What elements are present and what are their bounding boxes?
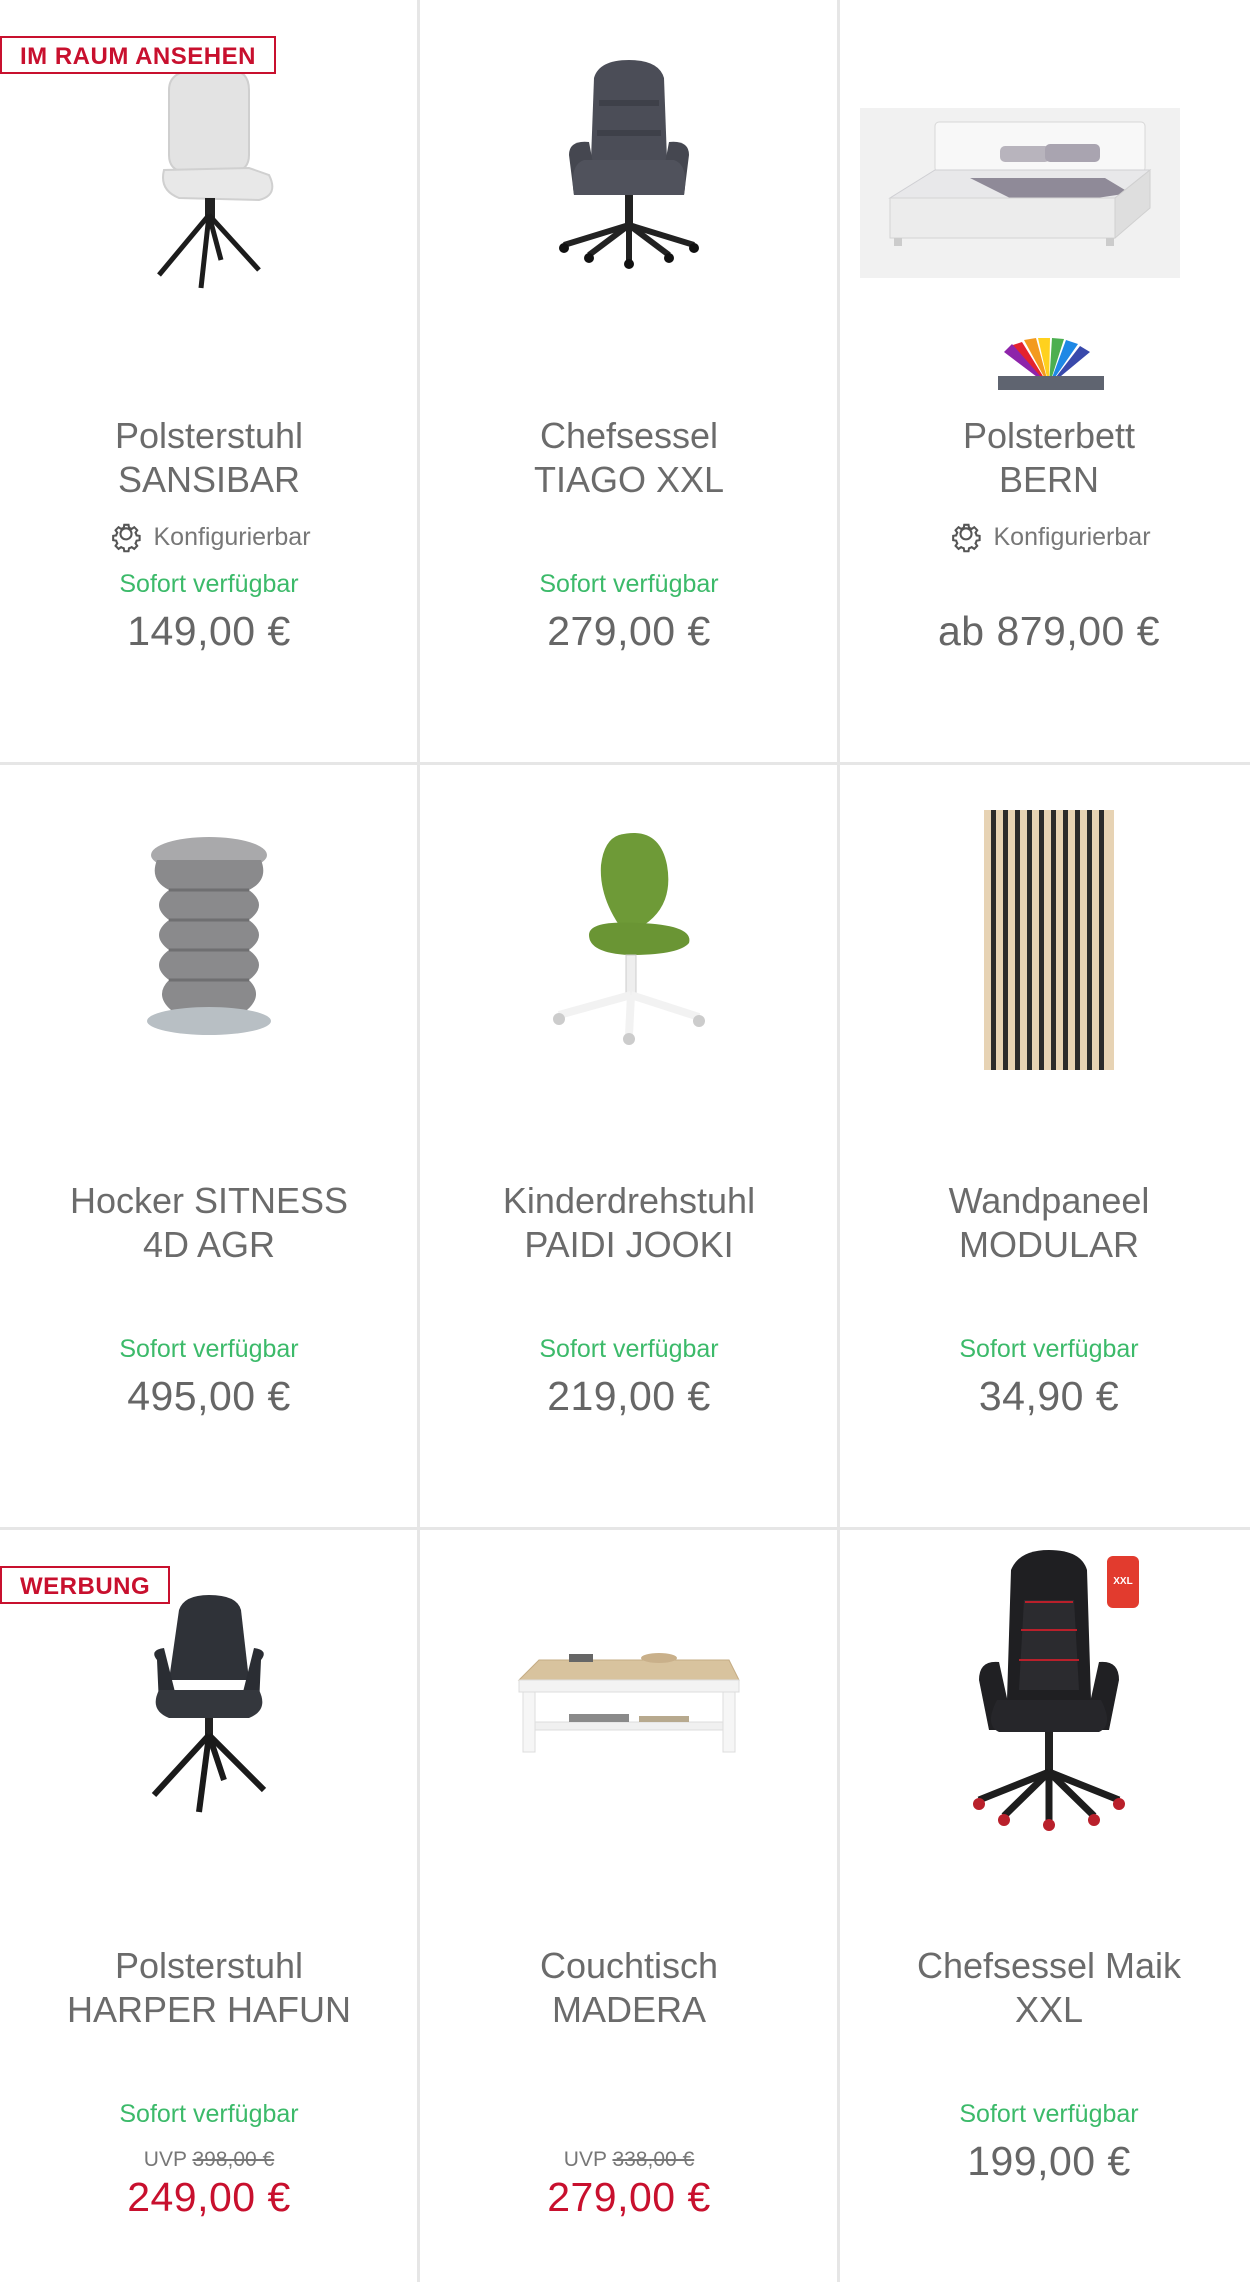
product-title-line2: MADERA [551, 1989, 707, 2030]
product-image[interactable] [479, 50, 779, 300]
product-title-line1: Wandpaneel [948, 1180, 1150, 1221]
product-title[interactable]: Wandpaneel MODULAR [850, 1179, 1248, 1267]
product-image[interactable] [59, 50, 359, 300]
grid-divider-horizontal [0, 762, 1250, 765]
product-image[interactable] [59, 1580, 359, 1830]
product-title-line2: MODULAR [958, 1224, 1140, 1265]
product-title[interactable]: Polsterbett BERN [850, 414, 1248, 502]
product-price: 279,00 € [547, 608, 711, 654]
gear-icon [952, 523, 982, 553]
uvp-price: UVP 338,00 € [420, 2148, 838, 2172]
configurable-label: Konfigurierbar [0, 518, 418, 556]
product-grid: IM RAUM ANSEHEN Polsterstuhl SANSIBAR Ko… [0, 0, 1250, 2294]
product-title-line1: Polsterbett [962, 415, 1136, 456]
im-raum-ansehen-badge[interactable]: IM RAUM ANSEHEN [0, 36, 276, 74]
product-card-wandpaneel-modular[interactable]: Wandpaneel MODULAR Sofort verfügbar 34,9… [840, 765, 1250, 1529]
product-title-line1: Couchtisch [539, 1945, 719, 1986]
product-title-line1: Kinderdrehstuhl [502, 1180, 756, 1221]
gear-icon [112, 523, 142, 553]
product-title[interactable]: Chefsessel Maik XXL [850, 1944, 1248, 2032]
availability-status: Sofort verfügbar [959, 1335, 1139, 1363]
grid-divider-horizontal [0, 1527, 1250, 1530]
product-price: 34,90 € [978, 1373, 1120, 1419]
uvp-price: UVP 398,00 € [0, 2148, 418, 2172]
product-card-hocker-sitness[interactable]: Hocker SITNESS 4D AGR Sofort verfügbar 4… [0, 765, 418, 1529]
uvp-old-price: 398,00 € [192, 2148, 275, 2171]
configurable-text: Konfigurierbar [993, 522, 1151, 551]
availability-status: Sofort verfügbar [959, 2100, 1139, 2128]
product-image[interactable] [479, 815, 779, 1065]
uvp-label: UVP [563, 2148, 607, 2171]
product-title-line2: HARPER HAFUN [66, 1989, 352, 2030]
grid-divider-vertical [417, 0, 420, 2282]
product-price: 199,00 € [967, 2138, 1131, 2184]
uvp-label: UVP [143, 2148, 187, 2171]
sale-price: 249,00 € [127, 2174, 291, 2220]
product-title-line1: Polsterstuhl [114, 1945, 304, 1986]
configurable-label: Konfigurierbar [840, 518, 1250, 556]
availability-status: Sofort verfügbar [539, 1335, 719, 1363]
availability-status: Sofort verfügbar [539, 570, 719, 598]
product-card-polsterstuhl-harper[interactable]: WERBUNG Polsterstuhl HARPER HAFUN Sofort… [0, 1530, 418, 2294]
xxl-tag-text: XXL [1113, 1576, 1132, 1587]
availability-status: Sofort verfügbar [119, 2100, 299, 2128]
product-title[interactable]: Hocker SITNESS 4D AGR [10, 1179, 408, 1267]
availability-status: Sofort verfügbar [119, 1335, 299, 1363]
product-title-line2: PAIDI JOOKI [524, 1224, 734, 1265]
product-image[interactable] [860, 100, 1180, 285]
product-title[interactable]: Polsterstuhl SANSIBAR [10, 414, 408, 502]
product-card-kinderdrehstuhl-paidi[interactable]: Kinderdrehstuhl PAIDI JOOKI Sofort verfü… [420, 765, 838, 1529]
product-price: ab 879,00 € [937, 608, 1161, 654]
color-fan-logo-icon [998, 338, 1104, 390]
product-card-chefsessel-tiago[interactable]: Chefsessel TIAGO XXL Sofort verfügbar 27… [420, 0, 838, 764]
product-card-chefsessel-maik[interactable]: XXL Chefsessel Maik XXL Sofort verfügbar… [840, 1530, 1250, 2294]
product-title-line2: 4D AGR [142, 1224, 276, 1265]
availability-status: Sofort verfügbar [119, 570, 299, 598]
product-title[interactable]: Couchtisch MADERA [430, 1944, 828, 2032]
product-card-couchtisch-madera[interactable]: Couchtisch MADERA UVP 338,00 € 279,00 € [420, 1530, 838, 2294]
product-image[interactable]: XXL [899, 1550, 1199, 1840]
product-price: 495,00 € [127, 1373, 291, 1419]
product-card-polsterbett-bern[interactable]: Polsterbett BERN Konfigurierbar ab 879,0… [840, 0, 1250, 764]
product-title[interactable]: Polsterstuhl HARPER HAFUN [10, 1944, 408, 2032]
product-title-line2: BERN [998, 459, 1100, 500]
product-title[interactable]: Kinderdrehstuhl PAIDI JOOKI [430, 1179, 828, 1267]
uvp-old-price: 338,00 € [612, 2148, 695, 2171]
product-card-polsterstuhl-sansibar[interactable]: IM RAUM ANSEHEN Polsterstuhl SANSIBAR Ko… [0, 0, 418, 764]
sale-price: 279,00 € [547, 2174, 711, 2220]
product-title-line1: Chefsessel Maik [916, 1945, 1182, 1986]
product-image[interactable] [899, 810, 1199, 1070]
product-price: 149,00 € [127, 608, 291, 654]
product-title-line2: XXL [1014, 1989, 1084, 2030]
configurable-text: Konfigurierbar [153, 522, 311, 551]
product-title[interactable]: Chefsessel TIAGO XXL [430, 414, 828, 502]
product-title-line1: Polsterstuhl [114, 415, 304, 456]
product-title-line2: TIAGO XXL [533, 459, 725, 500]
product-title-line1: Chefsessel [539, 415, 719, 456]
product-image[interactable] [59, 815, 359, 1065]
product-image[interactable] [479, 1580, 779, 1830]
product-title-line1: Hocker SITNESS [69, 1180, 349, 1221]
werbung-badge: WERBUNG [0, 1566, 171, 1604]
grid-divider-vertical [837, 0, 840, 2282]
product-price: 219,00 € [547, 1373, 711, 1419]
product-title-line2: SANSIBAR [117, 459, 301, 500]
